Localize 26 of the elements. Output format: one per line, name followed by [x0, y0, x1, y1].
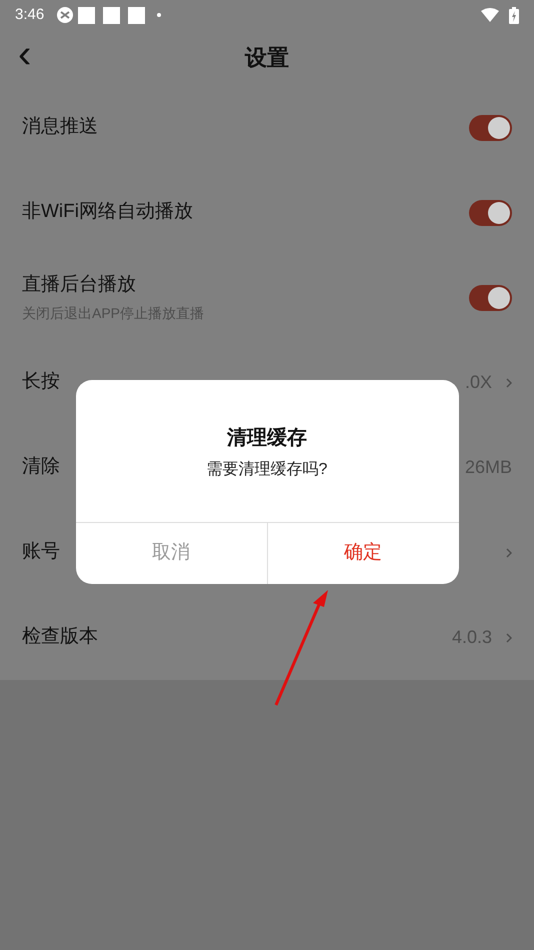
setting-label: 消息推送 [22, 115, 98, 140]
notification-square-icon [103, 6, 120, 24]
chevron-right-icon [506, 632, 512, 642]
more-notifications-icon [157, 13, 162, 17]
toggle-switch[interactable] [469, 114, 512, 140]
wifi-icon [481, 8, 499, 22]
chevron-right-icon [506, 378, 512, 388]
cancel-button[interactable]: 取消 [76, 523, 266, 584]
setting-label: 直播后台播放 [22, 272, 136, 297]
setting-label: 清除 [22, 455, 60, 480]
setting-label: 账号 [22, 540, 60, 564]
setting-label: 检查版本 [22, 625, 98, 650]
setting-label: 非WiFi网络自动播放 [22, 200, 193, 224]
back-button[interactable]: ‹ [18, 34, 32, 74]
status-time: 3:46 [15, 4, 44, 25]
confirm-button[interactable]: 确定 [266, 523, 458, 584]
setting-label: 长按 [22, 370, 60, 394]
chevron-right-icon [506, 548, 512, 558]
notification-square-icon [78, 6, 96, 24]
toggle-switch[interactable] [469, 284, 512, 310]
dialog-message: 需要清理缓存吗? [206, 460, 328, 480]
dialog-title: 清理缓存 [227, 426, 307, 450]
toggle-switch[interactable] [469, 200, 512, 226]
notification-square-icon [128, 6, 146, 24]
battery-icon [509, 6, 519, 24]
page-title: 设置 [245, 44, 289, 72]
